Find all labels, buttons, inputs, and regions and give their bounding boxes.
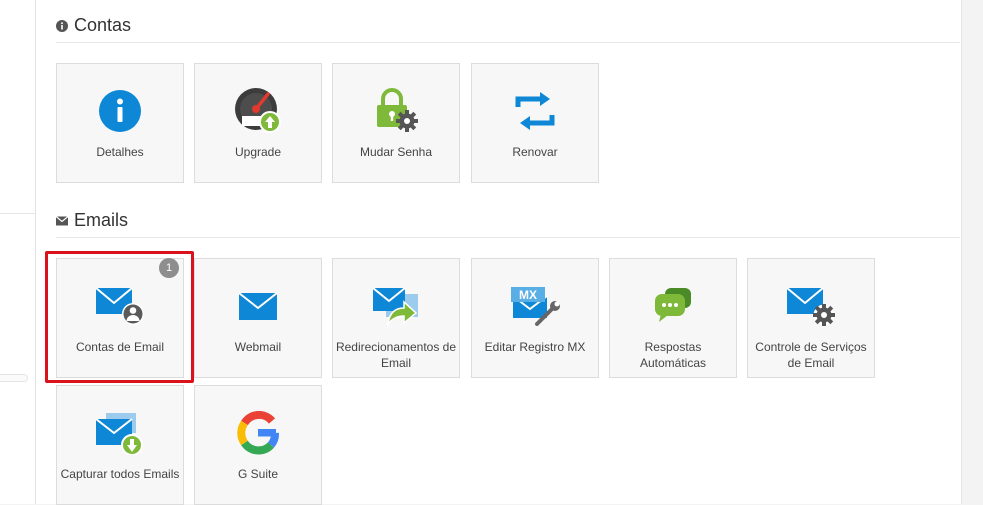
tile-label: Controle de Serviços de Email — [755, 340, 867, 370]
renew-arrows-icon — [472, 86, 598, 136]
tile-respostas-automaticas[interactable]: Respostas Automáticas — [609, 258, 737, 378]
email-mx-wrench-icon: MX — [472, 281, 598, 331]
section-title-text: Emails — [74, 210, 129, 230]
chat-bubbles-icon — [610, 281, 736, 331]
tile-controle-de-servicos-de-email[interactable]: Controle de Serviços de Email — [747, 258, 875, 378]
tile-mudar-senha[interactable]: Mudar Senha — [332, 63, 460, 183]
section-title-emails: Emails — [56, 210, 128, 231]
tile-renovar[interactable]: Renovar — [471, 63, 599, 183]
tile-capturar-todos-emails[interactable]: Capturar todos Emails — [56, 385, 184, 505]
google-g-icon — [195, 408, 321, 458]
tile-label: Detalhes — [96, 145, 144, 159]
tile-label: Mudar Senha — [359, 145, 433, 159]
left-panel — [0, 0, 36, 504]
tile-label: Respostas Automáticas — [639, 340, 707, 370]
tile-label: Webmail — [234, 340, 282, 354]
left-panel-divider — [0, 213, 35, 214]
tile-label: Contas de Email — [75, 340, 165, 354]
tile-webmail[interactable]: Webmail — [194, 258, 322, 378]
email-download-icon — [57, 408, 183, 458]
main-content: Contas Detalhes Upgrade Mudar Senha Reno… — [36, 0, 961, 505]
info-icon — [57, 86, 183, 136]
speedometer-upgrade-icon — [195, 86, 321, 136]
tile-label: Editar Registro MX — [484, 340, 586, 354]
tile-editar-registro-mx[interactable]: MX Editar Registro MX — [471, 258, 599, 378]
section-divider — [56, 237, 960, 238]
section-divider — [56, 42, 960, 43]
notification-badge: 1 — [159, 258, 179, 278]
email-forward-icon — [333, 281, 459, 331]
email-gear-icon — [748, 281, 874, 331]
envelope-icon — [56, 215, 68, 225]
section-title-contas: Contas — [56, 15, 131, 36]
lock-gear-icon — [333, 86, 459, 136]
tile-label: Capturar todos Emails — [60, 467, 180, 481]
tile-contas-de-email[interactable]: 1 Contas de Email — [56, 258, 184, 378]
mx-text: MX — [519, 288, 537, 302]
tile-redirecionamentos-de-email[interactable]: Redirecionamentos de Email — [332, 258, 460, 378]
tile-detalhes[interactable]: Detalhes — [56, 63, 184, 183]
tile-label: Redirecionamentos de Email — [335, 340, 457, 370]
email-user-icon — [57, 281, 183, 331]
tile-label: Renovar — [512, 145, 558, 159]
envelope-icon — [195, 281, 321, 331]
tile-label: G Suite — [237, 467, 279, 481]
tile-upgrade[interactable]: Upgrade — [194, 63, 322, 183]
tile-g-suite[interactable]: G Suite — [194, 385, 322, 505]
left-panel-collapse-handle[interactable] — [0, 374, 28, 382]
tile-label: Upgrade — [234, 145, 282, 159]
right-gutter — [961, 0, 983, 504]
section-title-text: Contas — [74, 15, 132, 35]
info-circle-icon — [56, 19, 68, 32]
